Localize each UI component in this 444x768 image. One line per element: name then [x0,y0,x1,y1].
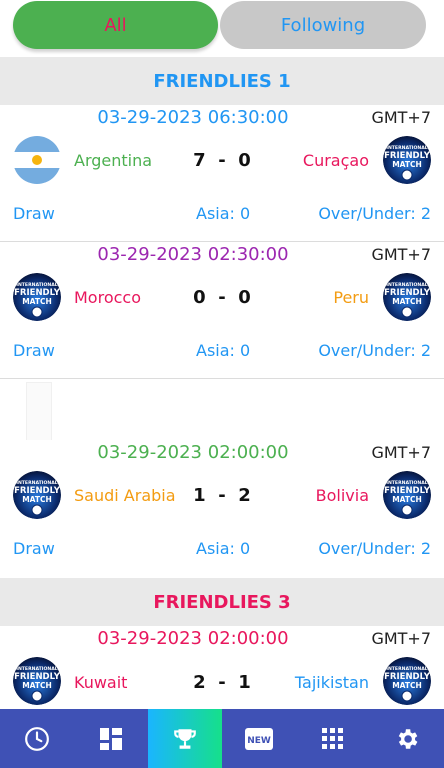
home-score: 2 [193,672,206,693]
tab-all[interactable]: All [13,1,218,49]
clock-icon [25,726,49,751]
logo-line-3: MATCH [392,681,422,690]
away-score: 0 [238,150,251,171]
ad-placeholder [26,382,52,442]
nav-history[interactable] [0,709,74,768]
match-row[interactable]: 03-29-2023 02:30:00 GMT+7 INTERNATIONAL F… [0,242,444,379]
odds-draw: Draw [13,204,55,223]
logo-line-3: MATCH [392,160,422,169]
section-header-friendlies-1: FRIENDLIES 1 [0,57,444,105]
match-datetime: 03-29-2023 02:00:00 [97,628,289,649]
match-timezone: GMT+7 [371,108,431,127]
trophy-icon [174,728,196,749]
nav-settings[interactable] [370,709,444,768]
away-team-name: Curaçao [302,151,369,170]
odds-draw: Draw [13,341,55,360]
away-team-name: Tajikistan [294,673,369,692]
bottom-navigation: NEW [0,709,444,768]
news-badge-text: NEW [247,736,271,746]
nav-apps[interactable] [296,709,370,768]
away-score: 0 [238,287,251,308]
match-datetime: 03-29-2023 06:30:00 [97,107,289,128]
nav-leagues[interactable] [148,709,222,768]
score-separator: - [218,485,226,506]
dashboard-icon [100,727,122,750]
top-filter-bar: All Following [0,0,444,56]
news-icon: NEW [245,727,273,750]
odds-over-under: Over/Under: 2 [318,539,431,558]
nav-dashboard[interactable] [74,709,148,768]
odds-over-under: Over/Under: 2 [318,341,431,360]
match-datetime: 03-29-2023 02:00:00 [97,442,289,463]
nav-news[interactable]: NEW [222,709,296,768]
odds-over-under: Over/Under: 2 [318,204,431,223]
odds-draw: Draw [13,539,55,558]
home-score: 0 [193,287,206,308]
section-header-friendlies-3: FRIENDLIES 3 [0,578,444,626]
tab-following[interactable]: Following [220,1,426,49]
match-row[interactable]: 03-29-2023 06:30:00 GMT+7 Argentina 7 - … [0,105,444,242]
match-score: 2 - 1 [0,672,444,693]
home-score: 7 [193,150,206,171]
match-score: 7 - 0 [0,150,444,171]
match-score: 1 - 2 [0,485,444,506]
odds-asia: Asia: 0 [196,539,251,558]
friendly-match-logo-icon: INTERNATIONAL FRIENDLY MATCH [383,273,431,321]
match-timezone: GMT+7 [371,443,431,462]
home-score: 1 [193,485,206,506]
match-timezone: GMT+7 [371,245,431,264]
friendly-match-logo-icon: INTERNATIONAL FRIENDLY MATCH [383,136,431,184]
friendly-match-logo-icon: INTERNATIONAL FRIENDLY MATCH [383,657,431,705]
score-separator: - [218,287,226,308]
match-row[interactable]: 03-29-2023 02:00:00 GMT+7 INTERNATIONAL F… [0,440,444,576]
settings-gear-icon [398,728,418,749]
away-score: 1 [238,672,251,693]
apps-grid-icon [322,727,343,749]
score-separator: - [218,150,226,171]
logo-line-3: MATCH [392,495,422,504]
odds-asia: Asia: 0 [196,341,251,360]
match-datetime: 03-29-2023 02:30:00 [97,244,289,265]
logo-line-3: MATCH [392,297,422,306]
away-team-name: Bolivia [315,486,369,505]
match-row[interactable]: 03-29-2023 02:00:00 GMT+7 INTERNATIONAL F… [0,626,444,710]
odds-asia: Asia: 0 [196,204,251,223]
away-team-name: Peru [333,288,369,307]
match-score: 0 - 0 [0,287,444,308]
friendly-match-logo-icon: INTERNATIONAL FRIENDLY MATCH [383,471,431,519]
away-score: 2 [238,485,251,506]
score-separator: - [218,672,226,693]
match-timezone: GMT+7 [371,629,431,648]
